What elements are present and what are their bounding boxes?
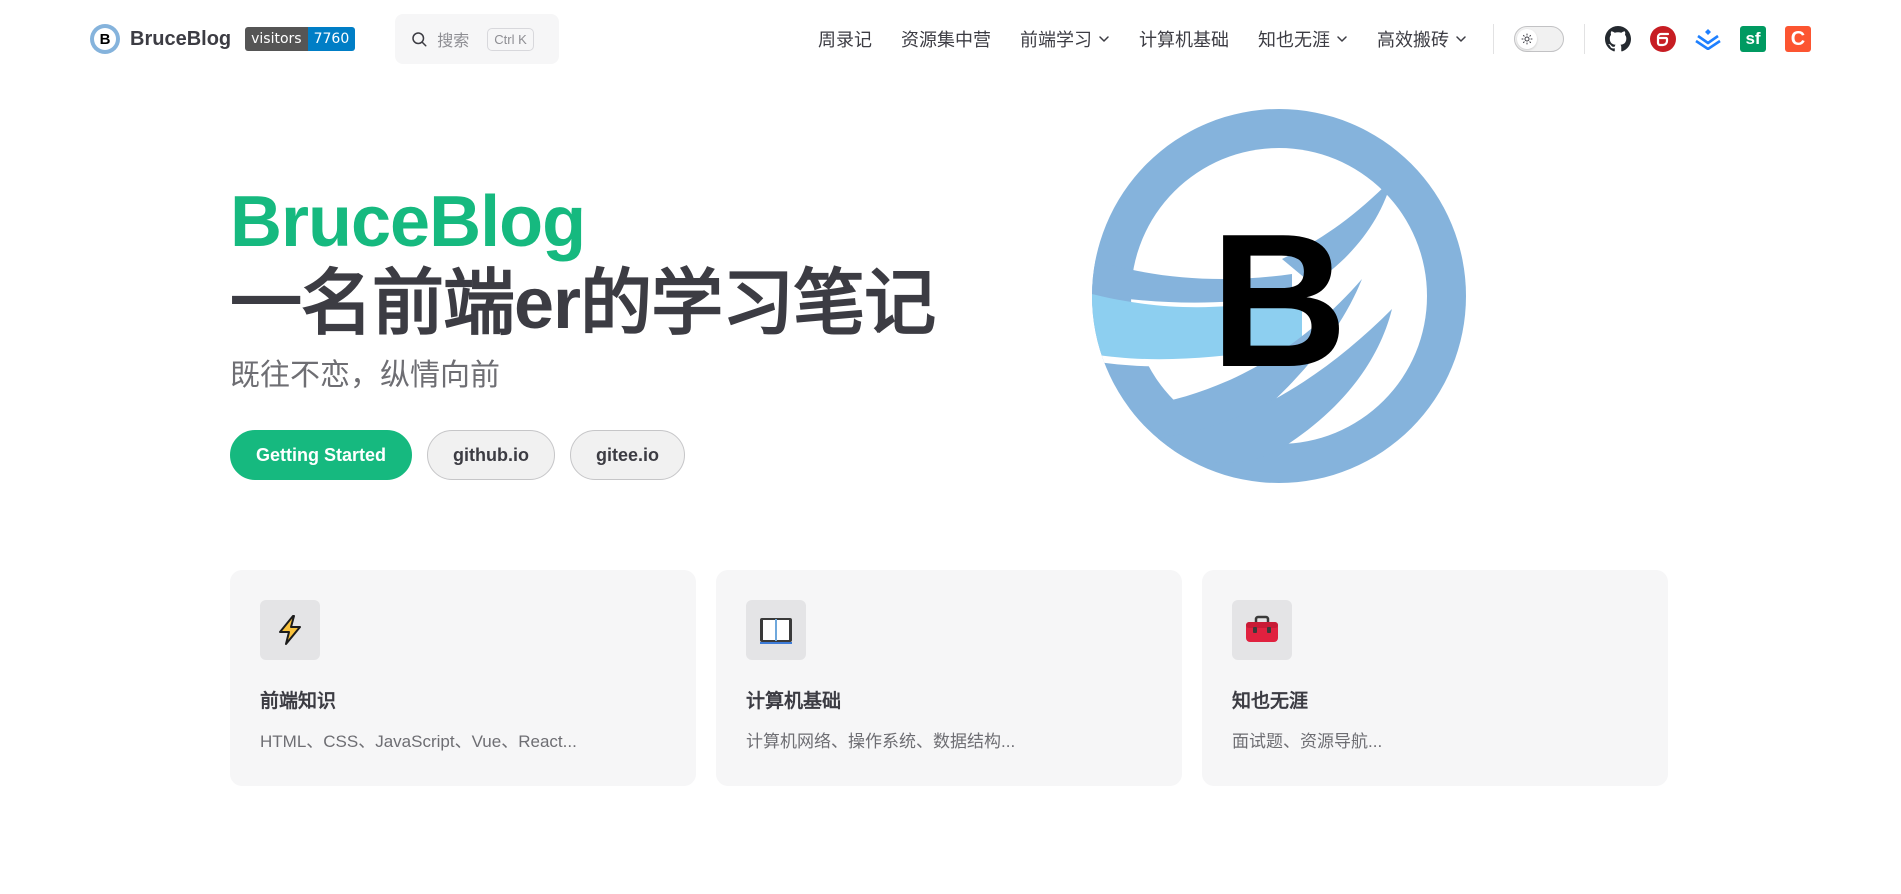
nav-link-label: 知也无涯 bbox=[1258, 30, 1330, 50]
top-navbar: B BruceBlog visitors 7760 搜索 Ctrl K 周录记 … bbox=[0, 0, 1901, 78]
nav-link-cs-basics[interactable]: 计算机基础 bbox=[1139, 26, 1229, 52]
nav-divider bbox=[1584, 24, 1585, 54]
hero-logo-letter: B bbox=[1210, 195, 1347, 407]
toolbox-icon bbox=[1232, 600, 1292, 660]
feature-card-knowledge[interactable]: 知也无涯 面试题、资源导航... bbox=[1202, 570, 1668, 786]
search-shortcut-hint: Ctrl K bbox=[487, 27, 534, 51]
hero-section: BruceBlog 一名前端er的学习笔记 既往不恋，纵情向前 Getting … bbox=[230, 180, 990, 480]
nav-divider bbox=[1493, 24, 1494, 54]
github-io-button[interactable]: github.io bbox=[427, 430, 555, 480]
nav-link-weekly[interactable]: 周录记 bbox=[818, 26, 872, 52]
hero-tagline: 既往不恋，纵情向前 bbox=[230, 359, 500, 392]
nav-link-resources[interactable]: 资源集中营 bbox=[901, 26, 991, 52]
sun-icon bbox=[1517, 29, 1537, 49]
nav-link-label: 前端学习 bbox=[1020, 30, 1092, 50]
feature-card-frontend[interactable]: 前端知识 HTML、CSS、JavaScript、Vue、React... bbox=[230, 570, 696, 786]
getting-started-button[interactable]: Getting Started bbox=[230, 430, 413, 480]
search-icon bbox=[409, 29, 429, 49]
site-logo-icon: B bbox=[90, 24, 120, 54]
visitors-badge-label: visitors bbox=[245, 27, 308, 51]
nav-menu-frontend[interactable]: 前端学习 bbox=[1020, 26, 1110, 52]
gitee-io-button[interactable]: gitee.io bbox=[570, 430, 686, 480]
nav-menu-productivity[interactable]: 高效搬砖 bbox=[1377, 26, 1467, 52]
feature-details: 面试题、资源导航... bbox=[1232, 732, 1383, 751]
book-icon bbox=[746, 600, 806, 660]
search-button[interactable]: 搜索 Ctrl K bbox=[395, 14, 560, 64]
gitee-icon[interactable] bbox=[1650, 26, 1676, 52]
feature-title: 知也无涯 bbox=[1232, 691, 1309, 712]
feature-title: 计算机基础 bbox=[746, 691, 842, 712]
nav-link-label: 高效搬砖 bbox=[1377, 30, 1449, 50]
feature-card-cs-basics[interactable]: 计算机基础 计算机网络、操作系统、数据结构... bbox=[716, 570, 1182, 786]
site-brand-link[interactable]: B BruceBlog bbox=[90, 24, 231, 54]
csdn-icon[interactable]: C bbox=[1785, 26, 1811, 52]
feature-details: HTML、CSS、JavaScript、Vue、React... bbox=[260, 732, 577, 751]
feature-details: 计算机网络、操作系统、数据结构... bbox=[746, 732, 1016, 751]
segmentfault-icon[interactable]: sf bbox=[1740, 26, 1766, 52]
lightning-icon bbox=[260, 600, 320, 660]
feature-title: 前端知识 bbox=[260, 691, 337, 712]
chevron-down-icon bbox=[1455, 33, 1467, 45]
chevron-down-icon bbox=[1336, 33, 1348, 45]
nav-link-label: 计算机基础 bbox=[1139, 30, 1229, 50]
nav-link-label: 周录记 bbox=[818, 30, 872, 50]
juejin-icon[interactable] bbox=[1695, 26, 1721, 52]
nav-menu: 周录记 资源集中营 前端学习 计算机基础 知也无涯 高效搬砖 sf C bbox=[818, 0, 1811, 78]
features-section: 前端知识 HTML、CSS、JavaScript、Vue、React... 计算… bbox=[230, 570, 1668, 786]
github-icon[interactable] bbox=[1605, 26, 1631, 52]
search-placeholder: 搜索 bbox=[437, 33, 470, 50]
visitors-badge-count: 7760 bbox=[307, 27, 356, 51]
hero-logo-image: B bbox=[1092, 109, 1466, 483]
nav-menu-knowledge[interactable]: 知也无涯 bbox=[1258, 26, 1348, 52]
hero-actions: Getting Started github.io gitee.io bbox=[230, 430, 990, 480]
visitors-badge: visitors 7760 bbox=[245, 27, 356, 51]
chevron-down-icon bbox=[1098, 33, 1110, 45]
site-title: BruceBlog bbox=[130, 27, 232, 50]
social-links: sf C bbox=[1605, 26, 1811, 52]
hero-headline: 一名前端er的学习笔记 bbox=[230, 264, 936, 344]
nav-link-label: 资源集中营 bbox=[901, 30, 991, 50]
hero-name: BruceBlog bbox=[230, 182, 586, 262]
theme-toggle-switch[interactable] bbox=[1514, 26, 1564, 52]
